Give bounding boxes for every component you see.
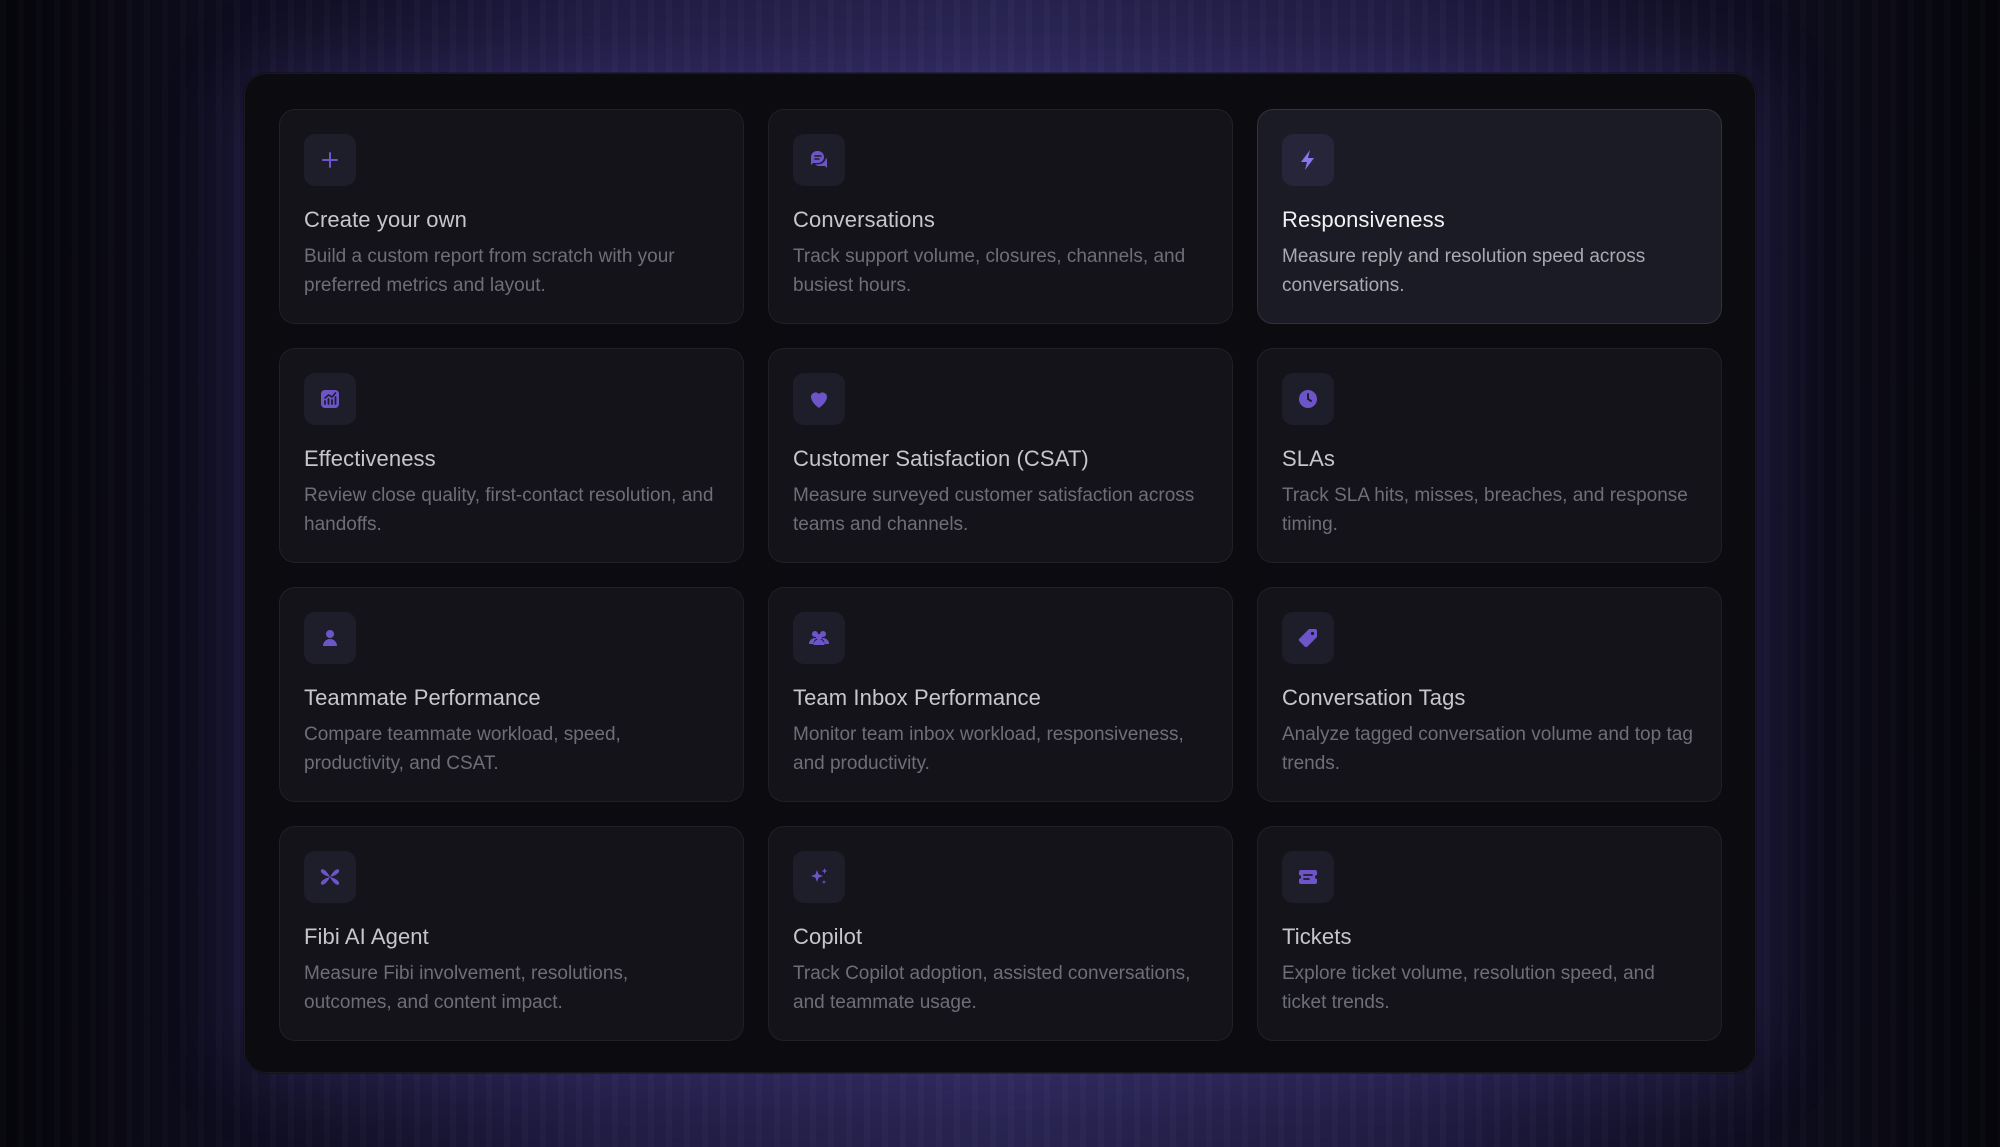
sparkles-icon [793, 851, 845, 903]
card-title: Effectiveness [304, 446, 436, 471]
card-responsiveness[interactable]: Responsiveness Measure reply and resolut… [1257, 109, 1722, 324]
heart-icon [793, 373, 845, 425]
card-title: Conversation Tags [1282, 685, 1466, 710]
clock-icon [1282, 373, 1334, 425]
tag-icon [1282, 612, 1334, 664]
card-create-your-own[interactable]: Create your own Build a custom report fr… [279, 109, 744, 324]
card-description: Track Copilot adoption, assisted convers… [793, 963, 1191, 1013]
card-conversation-tags[interactable]: Conversation Tags Analyze tagged convers… [1257, 587, 1722, 802]
card-teammate-performance[interactable]: Teammate Performance Compare teammate wo… [279, 587, 744, 802]
card-title: Customer Satisfaction (CSAT) [793, 446, 1089, 471]
card-tickets[interactable]: Tickets Explore ticket volume, resolutio… [1257, 826, 1722, 1041]
card-team-inbox-performance[interactable]: Team Inbox Performance Monitor team inbo… [768, 587, 1233, 802]
card-title: Teammate Performance [304, 685, 541, 710]
report-template-panel: Create your own Build a custom report fr… [244, 73, 1756, 1073]
card-description: Measure surveyed customer satisfaction a… [793, 485, 1195, 535]
team-icon [793, 612, 845, 664]
card-description: Build a custom report from scratch with … [304, 246, 675, 296]
person-icon [304, 612, 356, 664]
card-description: Track support volume, closures, channels… [793, 246, 1186, 296]
card-description: Analyze tagged conversation volume and t… [1282, 724, 1693, 774]
lightning-icon [1282, 134, 1334, 186]
card-effectiveness[interactable]: Effectiveness Review close quality, firs… [279, 348, 744, 563]
ticket-icon [1282, 851, 1334, 903]
card-description: Track SLA hits, misses, breaches, and re… [1282, 485, 1688, 535]
card-slas[interactable]: SLAs Track SLA hits, misses, breaches, a… [1257, 348, 1722, 563]
card-conversations[interactable]: Conversations Track support volume, clos… [768, 109, 1233, 324]
card-description: Review close quality, first-contact reso… [304, 485, 714, 535]
card-description: Compare teammate workload, speed, produc… [304, 724, 621, 774]
card-description: Monitor team inbox workload, responsiven… [793, 724, 1184, 774]
chart-icon [304, 373, 356, 425]
chat-bubbles-icon [793, 134, 845, 186]
card-fibi-ai-agent[interactable]: Fibi AI Agent Measure Fibi involvement, … [279, 826, 744, 1041]
report-template-grid: Create your own Build a custom report fr… [279, 109, 1722, 1041]
card-title: Conversations [793, 207, 935, 232]
fibi-logo-icon [304, 851, 356, 903]
card-csat[interactable]: Customer Satisfaction (CSAT) Measure sur… [768, 348, 1233, 563]
card-description: Measure Fibi involvement, resolutions, o… [304, 963, 629, 1013]
card-title: Team Inbox Performance [793, 685, 1041, 710]
plus-icon [304, 134, 356, 186]
card-title: Create your own [304, 207, 467, 232]
card-title: Copilot [793, 924, 863, 949]
card-description: Measure reply and resolution speed acros… [1282, 246, 1646, 296]
card-copilot[interactable]: Copilot Track Copilot adoption, assisted… [768, 826, 1233, 1041]
card-description: Explore ticket volume, resolution speed,… [1282, 963, 1655, 1013]
card-title: Fibi AI Agent [304, 924, 429, 949]
card-title: Responsiveness [1282, 207, 1445, 232]
card-title: SLAs [1282, 446, 1335, 471]
card-title: Tickets [1282, 924, 1352, 949]
